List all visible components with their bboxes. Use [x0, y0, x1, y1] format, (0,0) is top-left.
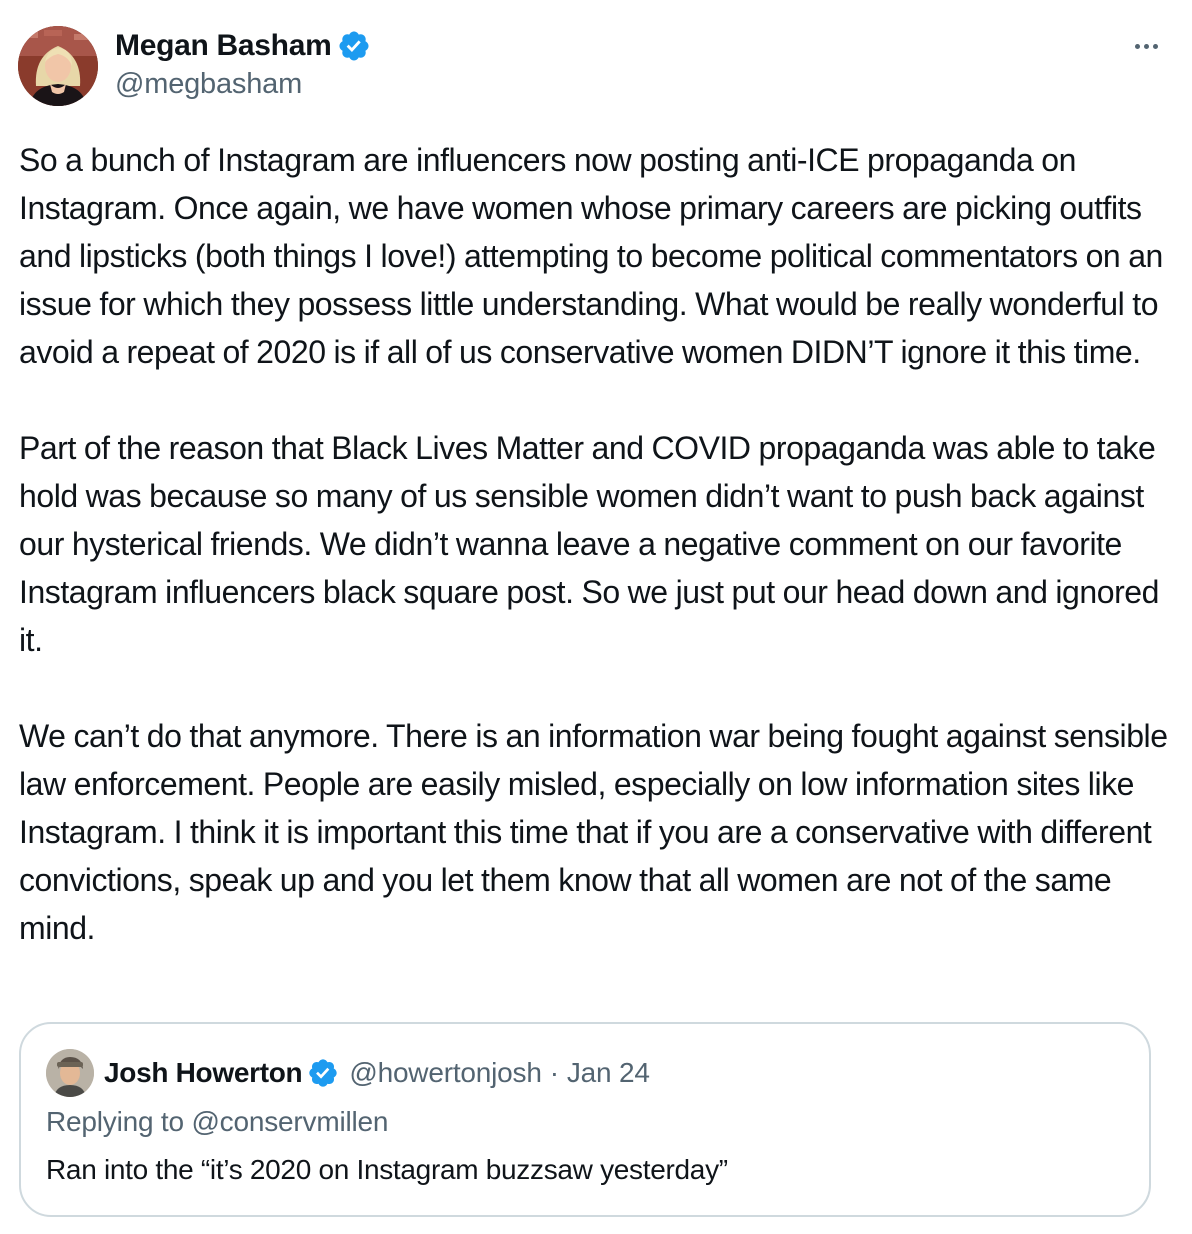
author-avatar[interactable]: [18, 26, 98, 106]
quoted-verified-badge-icon[interactable]: [307, 1057, 339, 1089]
quoted-replying-to: Replying to @conservmillen: [46, 1106, 389, 1137]
more-options-icon[interactable]: [1124, 28, 1168, 64]
quoted-author-handle[interactable]: @howertonjosh: [349, 1057, 542, 1089]
verified-badge-icon[interactable]: [337, 29, 371, 63]
author-handle[interactable]: @megbasham: [115, 68, 371, 101]
author-names: Megan Basham @megbasham: [115, 28, 371, 101]
quoted-author-avatar[interactable]: [46, 1049, 94, 1097]
tweet-header: Megan Basham @megbasham: [18, 26, 1168, 106]
author-display-name[interactable]: Megan Basham: [115, 29, 332, 63]
tweet-paragraph-3: We can’t do that anymore. There is an in…: [19, 718, 1168, 946]
quoted-timestamp[interactable]: Jan 24: [567, 1057, 650, 1089]
quoted-user-avatar-icon: [46, 1049, 94, 1097]
quoted-separator: ·: [549, 1057, 559, 1088]
quoted-tweet[interactable]: Josh Howerton @howertonjosh · Jan 24 Rep…: [19, 1022, 1151, 1217]
tweet-text: So a bunch of Instagram are influencers …: [19, 136, 1169, 952]
quoted-author-display-name[interactable]: Josh Howerton: [104, 1057, 303, 1089]
quoted-tweet-text: Ran into the “it’s 2020 on Instagram buz…: [46, 1154, 728, 1185]
quoted-tweet-header: Josh Howerton @howertonjosh · Jan 24: [46, 1048, 650, 1098]
display-name-row: Megan Basham: [115, 28, 371, 64]
tweet-paragraph-1: So a bunch of Instagram are influencers …: [19, 142, 1163, 370]
tweet: Megan Basham @megbasham So a bunch of In…: [0, 0, 1192, 1234]
tweet-paragraph-2: Part of the reason that Black Lives Matt…: [19, 430, 1159, 658]
user-avatar-icon: [18, 26, 98, 106]
